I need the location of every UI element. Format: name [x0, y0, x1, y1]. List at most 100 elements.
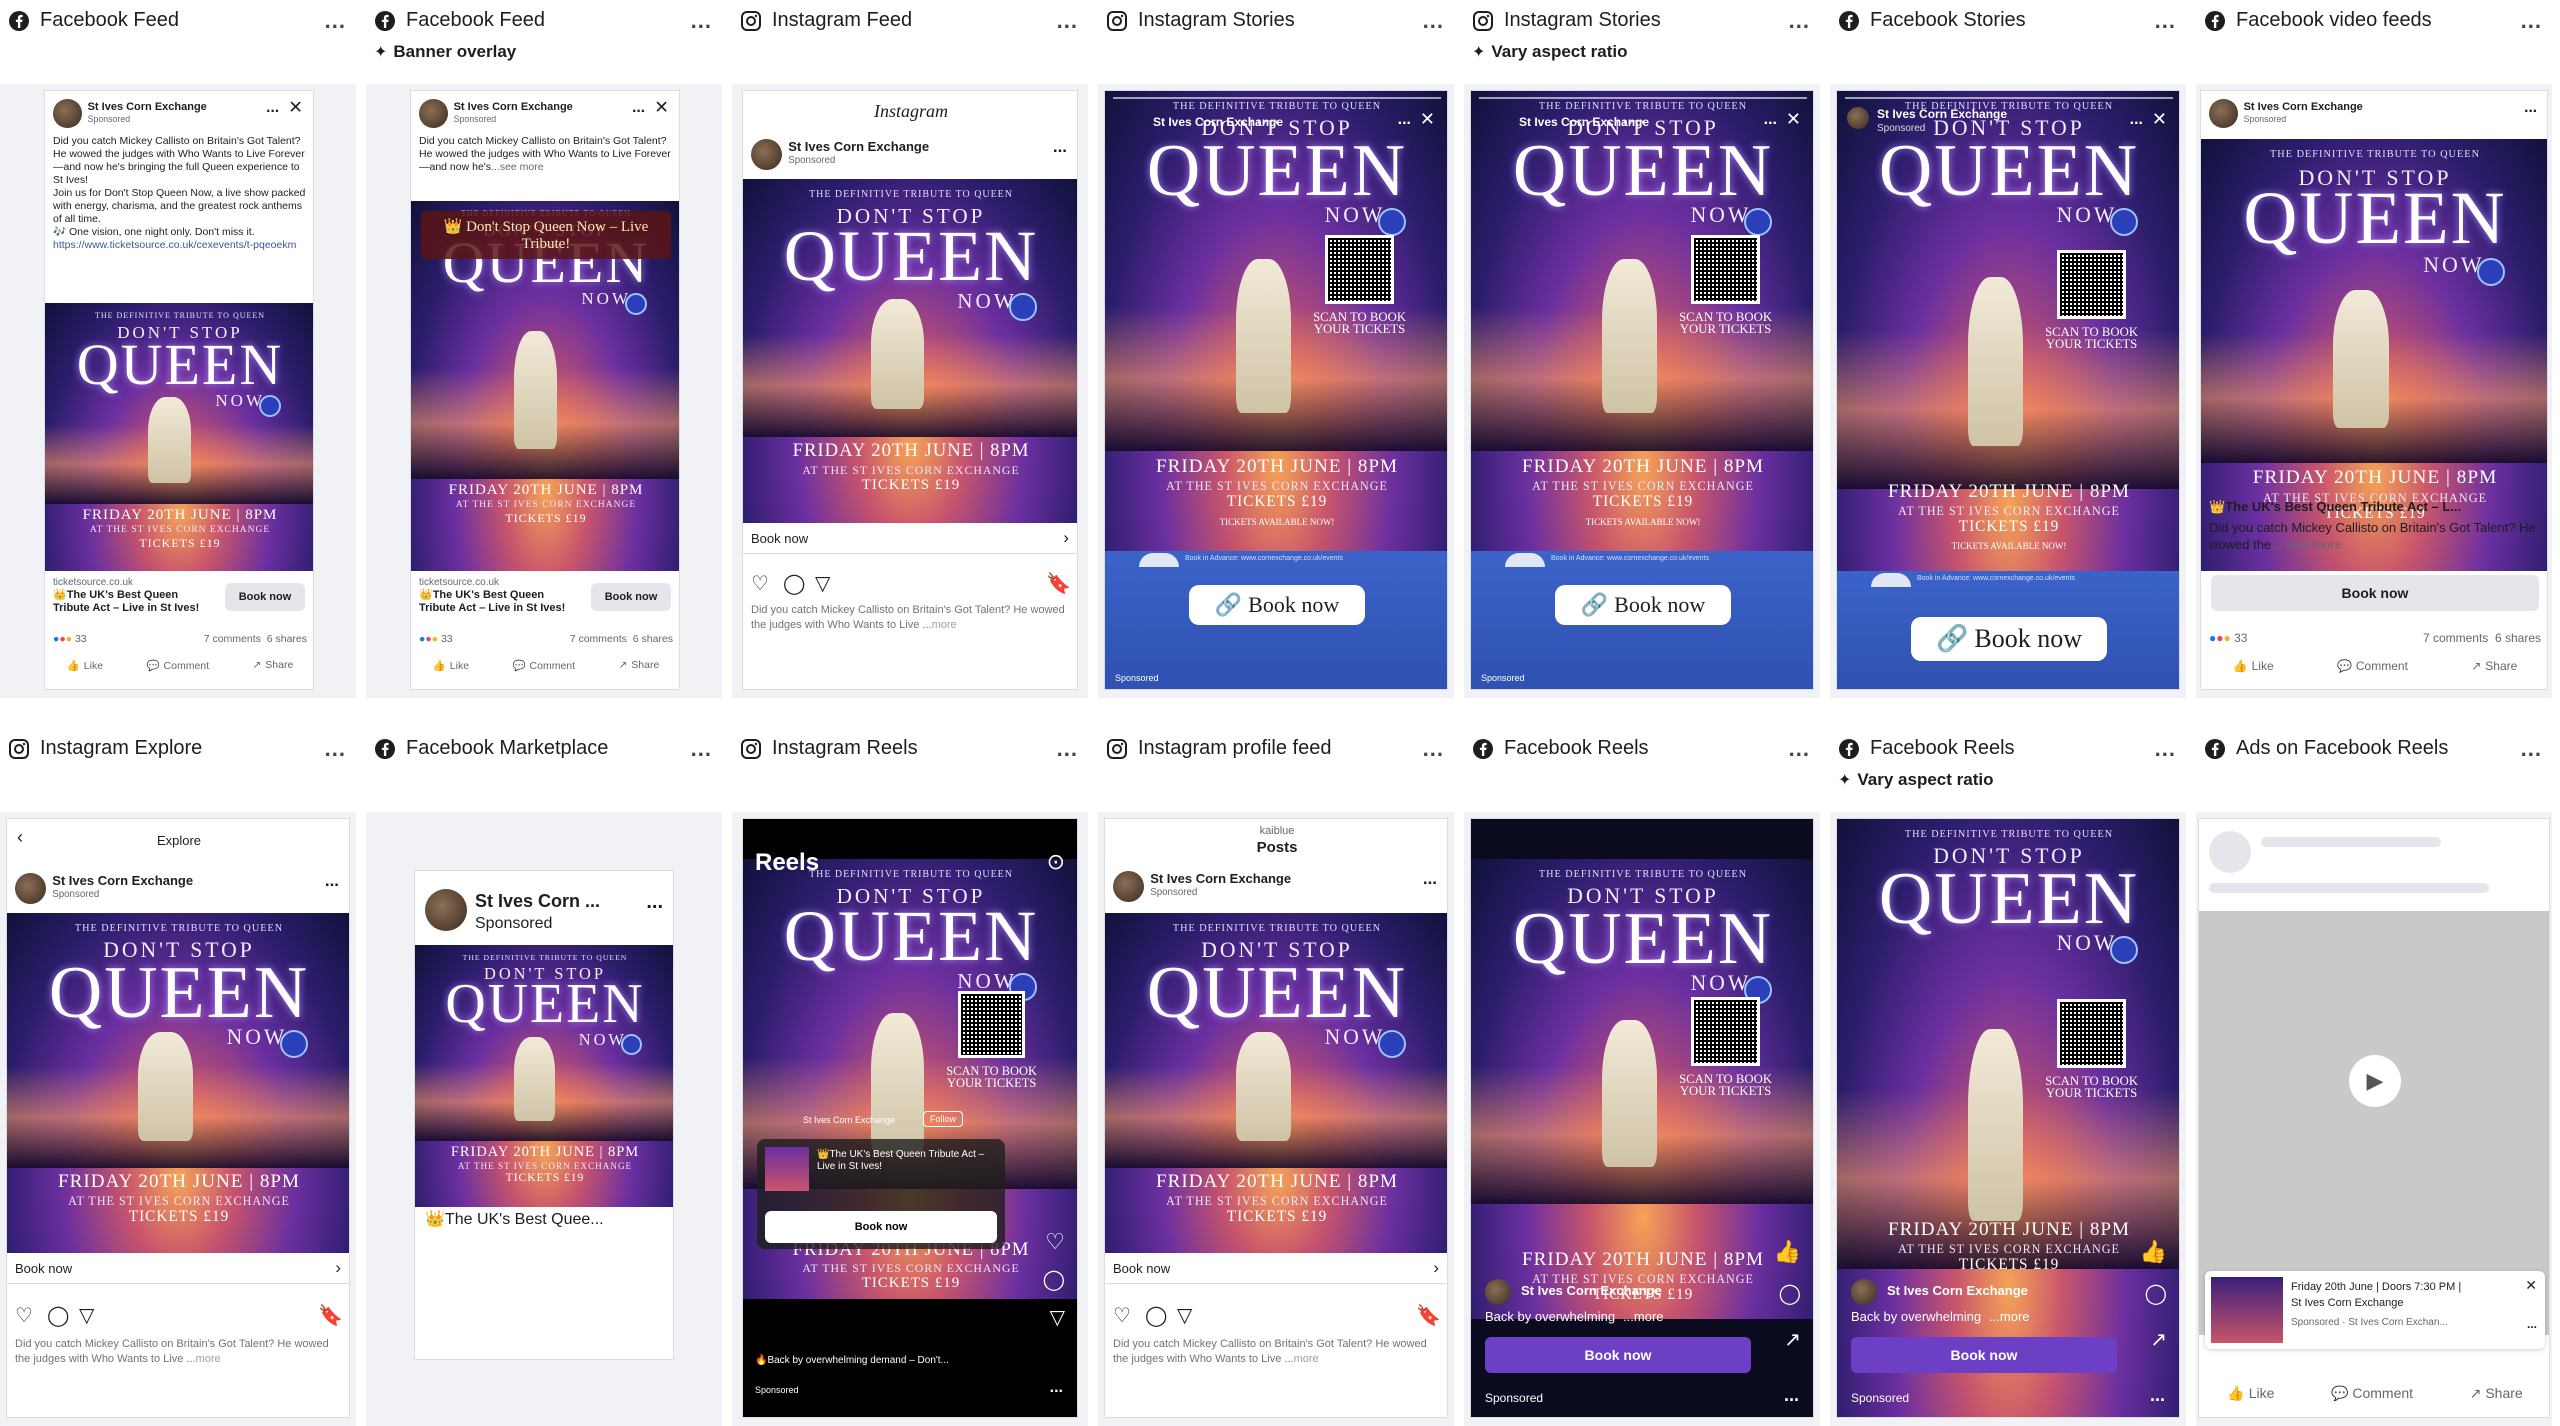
placement-options-button[interactable]: ... — [325, 736, 346, 762]
book-now-cta[interactable]: Book now › — [1105, 1253, 1447, 1285]
reaction-count[interactable]: 33 — [75, 633, 87, 645]
placement-options-button[interactable]: ... — [1057, 8, 1078, 34]
close-icon[interactable]: ✕ — [654, 97, 669, 118]
placement-options-button[interactable]: ... — [1789, 8, 1810, 34]
caption-more-link[interactable]: more — [196, 1353, 221, 1365]
ad-card-menu[interactable]: ... — [2527, 1317, 2537, 1331]
comments-count[interactable]: 7 comments — [570, 633, 627, 645]
like-button[interactable]: 👍 Like — [2227, 1385, 2274, 1402]
comments-count[interactable]: 7 comments — [2423, 631, 2488, 645]
comment-icon[interactable]: ◯ — [1779, 1281, 1801, 1306]
ad-poster-image[interactable]: THE DEFINITIVE TRIBUTE TO QUEENDON'T STO… — [45, 303, 313, 571]
book-now-cta[interactable]: Book now › — [7, 1253, 349, 1285]
ad-poster-image[interactable]: THE DEFINITIVE TRIBUTE TO QUEENDON'T STO… — [1105, 913, 1447, 1253]
send-icon[interactable]: ▽ — [1177, 1303, 1192, 1328]
advertiser-avatar[interactable] — [419, 99, 448, 128]
placement-options-button[interactable]: ... — [1423, 736, 1444, 762]
reel-advertiser[interactable]: St Ives Corn Exchange — [1521, 1283, 1662, 1298]
post-menu-button[interactable]: ... — [646, 891, 663, 914]
reel-menu-button[interactable]: ... — [1050, 1379, 1063, 1397]
comment-icon[interactable]: ◯ — [1043, 1267, 1065, 1292]
see-more-link[interactable]: ... See more — [2271, 537, 2342, 552]
more-link[interactable]: ...more — [1623, 1309, 1663, 1324]
book-now-button[interactable]: Book now — [1851, 1337, 2117, 1373]
ad-poster-image[interactable]: THE DEFINITIVE TRIBUTE TO QUEENDON'T STO… — [1471, 91, 1813, 571]
close-icon[interactable]: ✕ — [2152, 109, 2167, 130]
heart-icon[interactable]: ♡ — [1113, 1303, 1131, 1328]
play-icon[interactable]: ▶ — [2349, 1055, 2401, 1107]
advertiser-avatar[interactable] — [2209, 99, 2238, 128]
reel-advertiser[interactable]: St Ives Corn Exchange — [803, 1115, 895, 1125]
advertiser-name[interactable]: St Ives Corn Exchange — [52, 873, 193, 888]
reaction-count[interactable]: 33 — [441, 633, 453, 645]
advertiser-avatar[interactable] — [53, 99, 82, 128]
comments-count[interactable]: 7 comments — [204, 633, 261, 645]
book-now-pill-button[interactable]: 🔗 Book now — [1911, 617, 2107, 661]
book-now-pill-button[interactable]: 🔗 Book now — [1189, 585, 1365, 625]
like-button[interactable]: 👍 Like — [2233, 659, 2274, 673]
send-icon[interactable]: ▽ — [815, 571, 830, 596]
follow-button[interactable]: Follow — [923, 1111, 964, 1127]
ad-poster-image[interactable]: THE DEFINITIVE TRIBUTE TO QUEENDON'T STO… — [415, 945, 673, 1207]
advertiser-name[interactable]: St Ives Corn ... — [475, 891, 600, 912]
ad-poster-image[interactable]: THE DEFINITIVE TRIBUTE TO QUEENDON'T STO… — [743, 179, 1077, 523]
placement-options-button[interactable]: ... — [325, 8, 346, 34]
comment-button[interactable]: 💬 Comment — [2331, 1385, 2413, 1402]
story-menu-button[interactable]: ... — [1764, 111, 1777, 129]
share-icon[interactable]: ↗ — [1784, 1327, 1801, 1352]
post-menu-button[interactable]: ... — [2524, 99, 2537, 117]
shares-count[interactable]: 6 shares — [2495, 631, 2541, 645]
advertiser-name[interactable]: St Ives Corn Exchange — [454, 101, 573, 113]
placement-options-button[interactable]: ... — [2521, 8, 2542, 34]
heart-icon[interactable]: ♡ — [15, 1303, 33, 1328]
reel-menu-button[interactable]: ... — [2150, 1385, 2165, 1406]
caption-more-link[interactable]: more — [1294, 1353, 1319, 1365]
comment-icon[interactable]: ◯ — [2145, 1281, 2167, 1306]
book-now-button[interactable]: Book now — [765, 1211, 997, 1243]
close-icon[interactable]: ✕ — [288, 97, 303, 118]
ticket-url-link[interactable]: https://www.ticketsource.co.uk/cexevents… — [53, 239, 307, 252]
shares-count[interactable]: 6 shares — [267, 633, 307, 645]
placement-options-button[interactable]: ... — [2155, 736, 2176, 762]
like-icon[interactable]: 👍 — [2140, 1239, 2167, 1265]
placement-options-button[interactable]: ... — [1057, 736, 1078, 762]
ad-poster-image[interactable]: THE DEFINITIVE TRIBUTE TO QUEENDON'T STO… — [7, 913, 349, 1253]
bookmark-icon[interactable]: 🔖 — [1046, 571, 1071, 596]
placement-options-button[interactable]: ... — [2521, 736, 2542, 762]
heart-icon[interactable]: ♡ — [1045, 1229, 1065, 1255]
story-menu-button[interactable]: ... — [2130, 111, 2143, 129]
book-now-button[interactable]: Book now — [1485, 1337, 1751, 1373]
caption-more-link[interactable]: more — [932, 619, 957, 631]
book-now-button[interactable]: Book now — [225, 583, 305, 611]
advertiser-avatar[interactable] — [15, 873, 47, 905]
comment-icon[interactable]: ◯ — [1145, 1303, 1167, 1328]
comment-icon[interactable]: ◯ — [783, 571, 805, 596]
advertiser-avatar[interactable] — [1113, 871, 1145, 903]
comment-icon[interactable]: ◯ — [47, 1303, 69, 1328]
comment-button[interactable]: 💬 Comment — [146, 659, 209, 672]
advertiser-avatar[interactable] — [1851, 1279, 1877, 1305]
placement-options-button[interactable]: ... — [1789, 736, 1810, 762]
advertiser-name[interactable]: St Ives Corn Exchange — [1519, 115, 1649, 129]
like-button[interactable]: 👍 Like — [67, 659, 103, 672]
like-icon[interactable]: 👍 — [1774, 1239, 1801, 1265]
share-button[interactable]: ↗ Share — [2471, 659, 2517, 673]
reel-ad-card[interactable]: Friday 20th June | Doors 7:30 PM | St Ive… — [2205, 1271, 2545, 1349]
advertiser-name[interactable]: St Ives Corn Exchange — [88, 101, 207, 113]
advertiser-name[interactable]: St Ives Corn Exchange — [2244, 101, 2363, 113]
send-icon[interactable]: ▽ — [1050, 1305, 1065, 1330]
post-menu-button[interactable]: ... — [325, 871, 339, 891]
reel-product-card[interactable]: 👑The UK's Best Queen Tribute Act – Live … — [757, 1139, 1005, 1249]
book-now-button[interactable]: Book now — [591, 583, 671, 611]
reel-advertiser[interactable]: St Ives Corn Exchange — [1887, 1283, 2028, 1298]
see-more-link[interactable]: ...see more — [491, 161, 544, 173]
share-button[interactable]: ↗ Share — [252, 659, 293, 672]
advertiser-avatar[interactable] — [1847, 107, 1869, 129]
share-button[interactable]: ↗ Share — [2470, 1385, 2523, 1402]
reaction-count[interactable]: 33 — [2234, 631, 2247, 645]
ad-poster-image[interactable]: THE DEFINITIVE TRIBUTE TO QUEENDON'T STO… — [1837, 819, 2179, 1417]
story-menu-button[interactable]: ... — [1398, 111, 1411, 129]
advertiser-avatar[interactable] — [1485, 1279, 1511, 1305]
post-menu-button[interactable]: ... — [632, 99, 645, 117]
share-icon[interactable]: ↗ — [2150, 1327, 2167, 1352]
